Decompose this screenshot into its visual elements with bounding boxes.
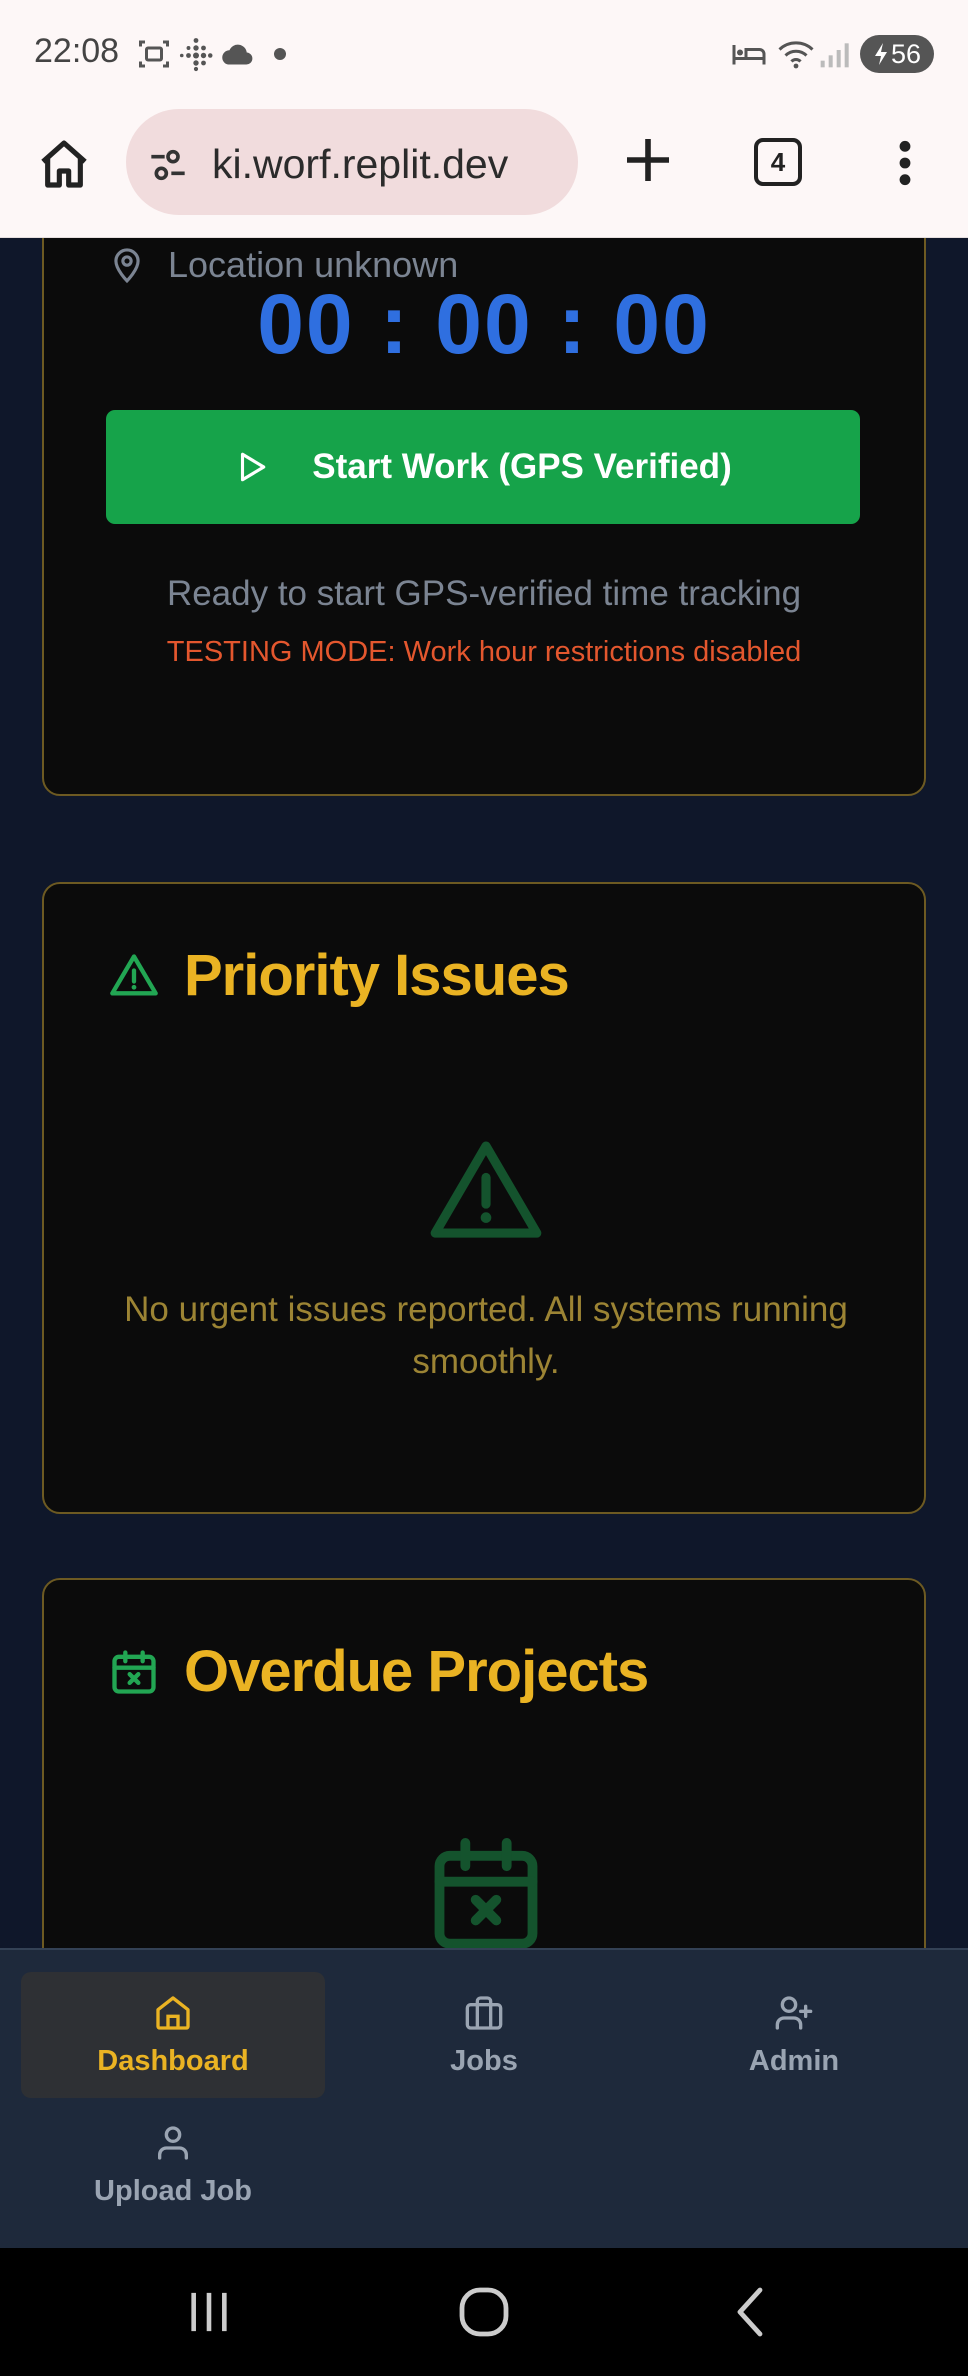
user-icon [158,2125,188,2160]
start-work-label: Start Work (GPS Verified) [312,447,732,486]
user-plus-icon [775,1995,813,2030]
tune-icon[interactable] [146,145,190,185]
nav-label-admin: Admin [748,2044,840,2077]
overdue-projects-card: Overdue Projects [42,1578,926,1948]
url-text[interactable]: ki.worf.replit.dev [212,141,508,188]
more-vert-icon[interactable] [890,138,920,188]
nav-label-dashboard: Dashboard [97,2044,249,2077]
testing-mode-text: TESTING MODE: Work hour restrictions dis… [166,636,802,668]
home-circle-icon[interactable] [454,2282,514,2342]
browser-toolbar: ki.worf.replit.dev 4 [0,102,968,238]
priority-issues-header: Priority Issues [108,942,570,1009]
priority-issues-title: Priority Issues [184,943,570,1008]
tab-count: 4 [770,146,786,177]
nav-item-admin[interactable]: Admin [642,1972,946,2098]
status-time: 22:08 [34,32,120,70]
plus-icon[interactable] [620,132,676,188]
signal-icon [820,43,849,68]
alert-triangle-icon [110,953,158,995]
system-navigation-bar [0,2248,968,2376]
calendar-x-icon [434,1838,538,1948]
home-icon[interactable] [36,136,92,192]
ready-status-text: Ready to start GPS-verified time trackin… [166,574,802,613]
dot-icon [274,48,286,60]
briefcase-icon [465,1995,503,2030]
play-icon [241,452,266,482]
nav-label-upload-job: Upload Job [94,2174,252,2207]
url-bar[interactable]: ki.worf.replit.dev [126,109,578,215]
bottom-navigation: Dashboard Jobs Admin Upload Job [0,1948,968,2248]
time-tracking-card: Location unknown 00 : 00 : 00 Start Work… [42,238,926,796]
tab-switcher-button[interactable]: 4 [754,138,802,186]
nav-label-jobs: Jobs [450,2044,518,2077]
start-work-button[interactable]: Start Work (GPS Verified) [106,410,860,524]
nav-item-dashboard[interactable]: Dashboard [21,1972,325,2098]
priority-issues-empty-text: No urgent issues reported. All systems r… [124,1290,848,1381]
recent-apps-icon[interactable] [186,2282,232,2342]
overdue-projects-title: Overdue Projects [184,1639,649,1704]
battery-level: 56 [890,38,922,69]
alert-triangle-icon [430,1141,542,1238]
fitbit-icon [179,38,213,72]
calendar-x-icon [112,1649,156,1694]
battery-indicator: 56 [860,35,934,73]
nav-item-jobs[interactable]: Jobs [332,1972,636,2098]
priority-issues-card: Priority Issues No urgent issues reporte… [42,882,926,1514]
main-content[interactable]: Location unknown 00 : 00 : 00 Start Work… [0,238,968,1948]
back-icon[interactable] [730,2282,770,2342]
wifi-icon [778,41,814,69]
timer-display: 00 : 00 : 00 [257,277,711,371]
cloud-icon [222,44,253,65]
overdue-projects-header: Overdue Projects [108,1638,649,1705]
status-bar: 22:08 56 [0,0,968,102]
screenshot-icon [139,40,169,68]
home-icon [156,1995,190,2030]
nav-item-upload-job[interactable]: Upload Job [21,2102,325,2228]
battery-charging-icon [874,43,887,65]
bed-icon [732,45,766,65]
